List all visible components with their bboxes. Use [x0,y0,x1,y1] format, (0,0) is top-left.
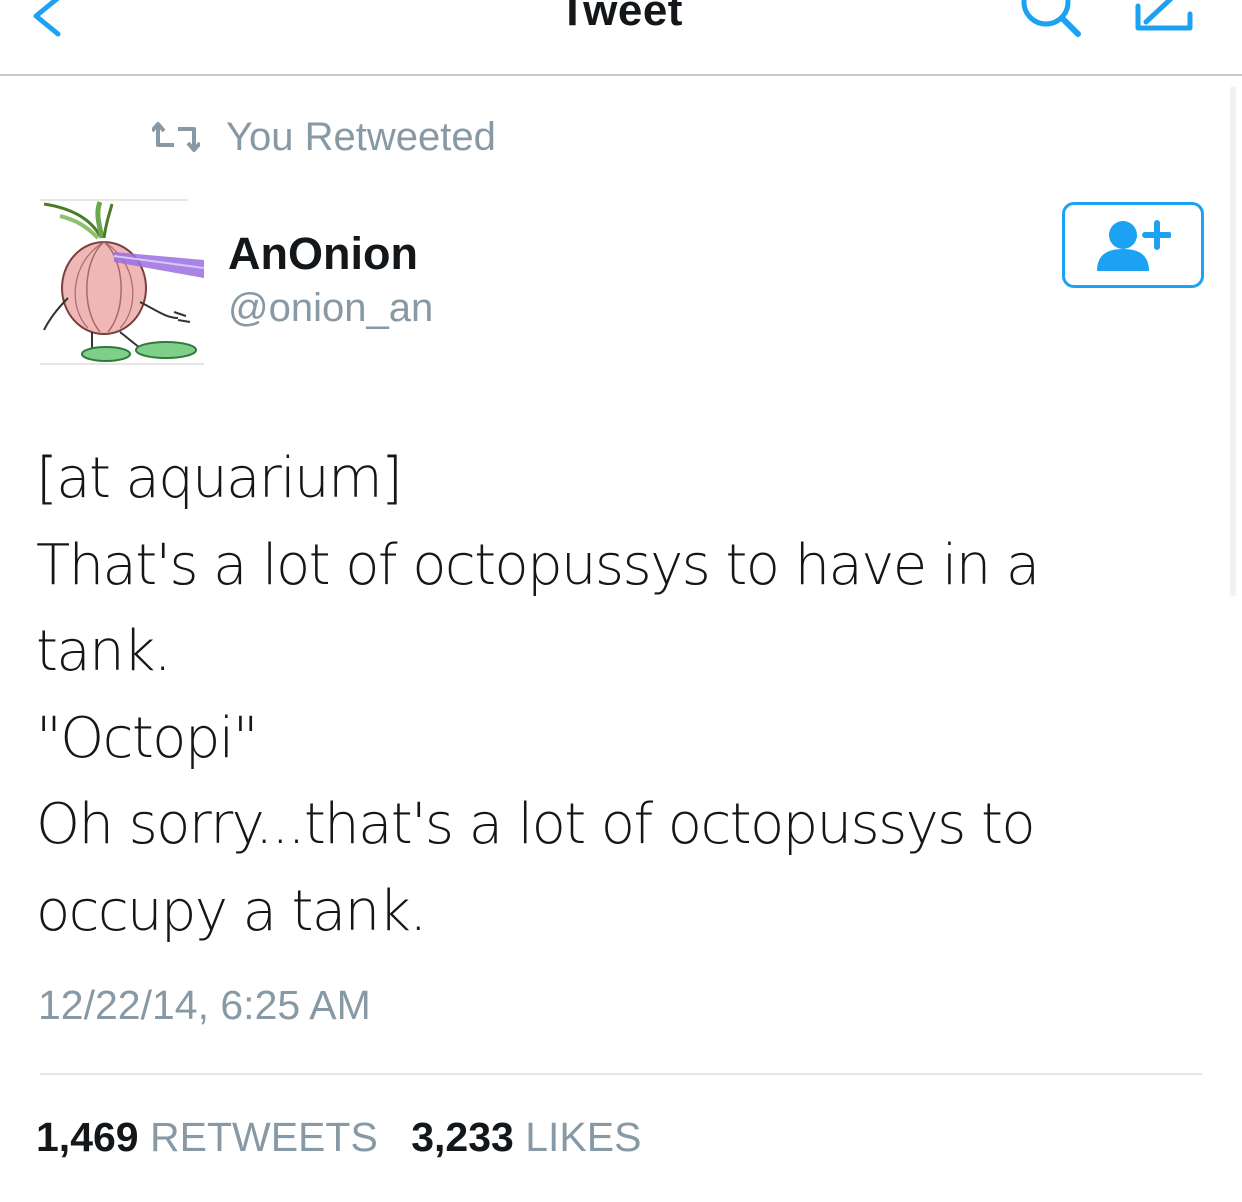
nav-bar: Tweet [0,0,1242,76]
search-icon [1021,0,1081,37]
retweet-icon [152,122,200,152]
compose-icon [1135,0,1193,31]
retweet-context-label: You Retweeted [226,114,496,159]
tweet-text-line: Oh sorry...that's a lot of octopussys to [36,792,1036,857]
onion-avatar-image [40,198,205,366]
compose-button[interactable] [1130,0,1200,44]
tweet-stats: 1,469 RETWEETS 3,233 LIKES [36,1114,663,1161]
author-handle[interactable]: @onion_an [228,286,433,331]
retweets-count: 1,469 [36,1114,139,1160]
tweet-text-line: tank. [36,619,172,684]
retweet-context: You Retweeted [152,112,496,162]
tweet-timestamp: 12/22/14, 6:25 AM [38,982,371,1028]
divider [40,1073,1202,1075]
likes-count: 3,233 [411,1114,514,1160]
retweets-label: RETWEETS [150,1114,378,1160]
tweet-text-line: occupy a tank. [36,878,427,944]
add-user-icon [1097,220,1171,271]
author-display-name[interactable]: AnOnion [228,228,418,280]
retweets-stat[interactable]: 1,469 RETWEETS [36,1114,378,1161]
tweet-text: [at aquarium] That's a lot of octopussys… [36,436,1156,955]
scroll-indicator[interactable] [1230,86,1236,596]
tweet-text-line: That's a lot of octopussys to have in a [36,532,1040,598]
likes-label: LIKES [525,1114,642,1160]
likes-stat[interactable]: 3,233 LIKES [411,1114,641,1161]
tweet-text-line: "Octopi" [36,705,259,771]
tweet-text-line: [at aquarium] [36,446,403,511]
follow-button[interactable] [1062,202,1204,288]
search-button[interactable] [1018,0,1084,44]
avatar[interactable] [40,198,205,366]
